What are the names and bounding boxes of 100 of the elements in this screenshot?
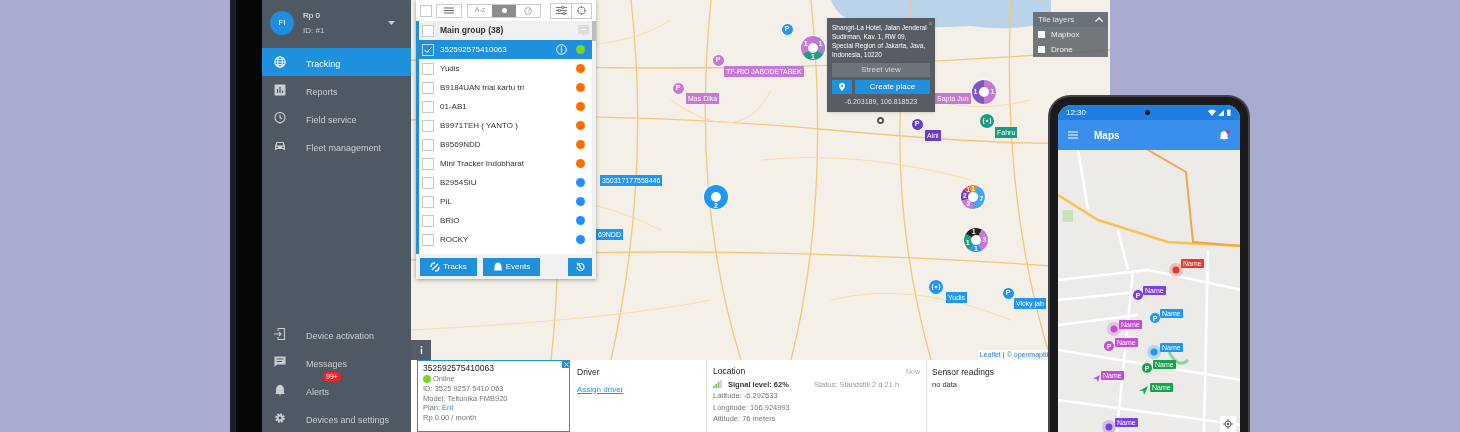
nav-item[interactable]: Field service	[262, 104, 411, 132]
checkbox[interactable]	[422, 214, 434, 227]
device-name: ROCKY	[440, 233, 470, 246]
device-name: 01-AB1	[440, 100, 468, 113]
settings-icon	[274, 412, 286, 424]
car-icon	[274, 140, 286, 152]
checkbox[interactable]	[422, 233, 434, 246]
tracks-button[interactable]: Tracks	[420, 257, 477, 276]
locate-button[interactable]	[1220, 416, 1236, 432]
beacon-marker[interactable]	[929, 280, 943, 294]
close-button[interactable]: ×	[928, 20, 933, 28]
checkbox[interactable]	[422, 81, 434, 94]
gauge-icon	[524, 6, 532, 15]
list-view-button[interactable]	[436, 3, 462, 18]
scrollbar-thumb[interactable]	[592, 21, 596, 41]
account-id: ID: #1	[303, 24, 326, 37]
checkbox[interactable]	[422, 119, 434, 132]
nav-label: Devices and settings	[306, 415, 390, 425]
device-name: B9184UAN trial kartu tri	[440, 81, 526, 94]
plane-icon[interactable]	[1092, 374, 1100, 382]
street-view-button[interactable]: Street view	[832, 63, 930, 77]
section-title: Location	[713, 366, 747, 378]
beacon-marker[interactable]	[1169, 263, 1183, 277]
nav-item[interactable]: Devices and settings	[262, 404, 411, 432]
device-name: Yudis	[440, 62, 461, 75]
nav-label: Alerts	[306, 387, 329, 397]
assign-driver-link[interactable]: Assign driver	[577, 383, 624, 396]
nav-item[interactable]: Device activation	[262, 320, 411, 348]
bell-icon[interactable]	[1219, 129, 1230, 141]
device-name: B9971TEH ( YANTO )	[440, 119, 519, 132]
avatar[interactable]: FI	[270, 11, 294, 35]
checkbox[interactable]	[422, 157, 434, 170]
sort-toggle[interactable]	[492, 4, 516, 17]
checkbox[interactable]	[422, 24, 434, 37]
list-icon	[444, 7, 454, 14]
check-icon	[424, 46, 432, 53]
bar-chart-icon	[274, 84, 286, 96]
nav-label: Reports	[306, 87, 338, 97]
beacon-marker[interactable]	[1102, 420, 1116, 432]
map-pin-icon	[839, 83, 845, 91]
info-button[interactable]	[411, 340, 431, 360]
collapse-icon[interactable]	[578, 25, 589, 36]
message-icon	[274, 356, 286, 368]
nav-item[interactable]: Fleet management	[262, 132, 411, 160]
app-title: Maps	[1094, 128, 1121, 143]
device-name: Mini Tracker Indobharat	[440, 157, 526, 170]
layer-label: Mapbox	[1051, 28, 1080, 41]
signal-icon	[713, 380, 722, 389]
nav-item[interactable]: Tracking	[262, 48, 411, 76]
checkbox[interactable]	[422, 62, 434, 75]
nav-item[interactable]: Reports	[262, 76, 411, 104]
device-title: 352592575410063	[423, 363, 495, 374]
beacon-marker[interactable]	[1147, 345, 1161, 359]
group-row[interactable]: Main group (38)	[419, 21, 592, 40]
nav-label: Device activation	[306, 331, 375, 341]
menu-icon[interactable]	[1068, 131, 1078, 139]
beacon-marker[interactable]	[1107, 322, 1121, 336]
nav-label: Messages	[306, 359, 348, 369]
checkbox[interactable]	[422, 195, 434, 208]
info-icon	[419, 346, 423, 354]
layer-label: Drone	[1051, 43, 1073, 56]
device-name: 352592575410063	[440, 43, 508, 56]
beacon-marker[interactable]	[980, 114, 994, 128]
panel-title: Tile layers	[1038, 13, 1076, 26]
device-row[interactable]: 352592575410063	[419, 40, 592, 59]
checkbox[interactable]	[422, 100, 434, 113]
create-place-button[interactable]: Create place	[855, 80, 930, 94]
nav-label: Fleet management	[306, 143, 382, 153]
events-button[interactable]: Events	[483, 257, 540, 276]
crosshair-icon	[577, 6, 586, 15]
chevron-up-icon[interactable]	[1095, 17, 1103, 22]
checkbox[interactable]	[422, 176, 434, 189]
section-title: Driver	[577, 366, 601, 379]
dot-icon	[501, 8, 507, 13]
bell-icon	[274, 384, 286, 396]
account-balance: Rp 0	[303, 9, 321, 22]
device-name: BRIO	[440, 214, 461, 227]
device-activation-icon	[274, 328, 286, 340]
status-dot	[423, 374, 431, 383]
bell-icon	[492, 261, 503, 272]
history-icon	[575, 261, 585, 272]
navigation-arrow-icon[interactable]	[1138, 385, 1148, 395]
close-button[interactable]	[562, 360, 570, 368]
place-pin-button[interactable]	[832, 80, 852, 94]
status-time: 12:30	[1066, 106, 1087, 119]
globe-icon	[274, 56, 286, 68]
device-name: B9569NDD	[440, 138, 482, 151]
clock-pin-icon	[274, 112, 286, 124]
checkbox[interactable]	[422, 138, 434, 151]
info-icon[interactable]	[556, 44, 567, 55]
history-button[interactable]	[568, 257, 592, 276]
crosshair-icon	[1223, 419, 1233, 429]
route-icon	[430, 261, 441, 272]
group-label: Main group (38)	[440, 24, 505, 37]
caret-icon[interactable]	[388, 21, 395, 25]
sliders-icon	[555, 6, 567, 15]
nav-label: Tracking	[306, 59, 341, 69]
device-name: B2954SIU	[440, 176, 478, 189]
checkbox[interactable]	[420, 4, 432, 17]
camera-icon	[1144, 110, 1150, 115]
